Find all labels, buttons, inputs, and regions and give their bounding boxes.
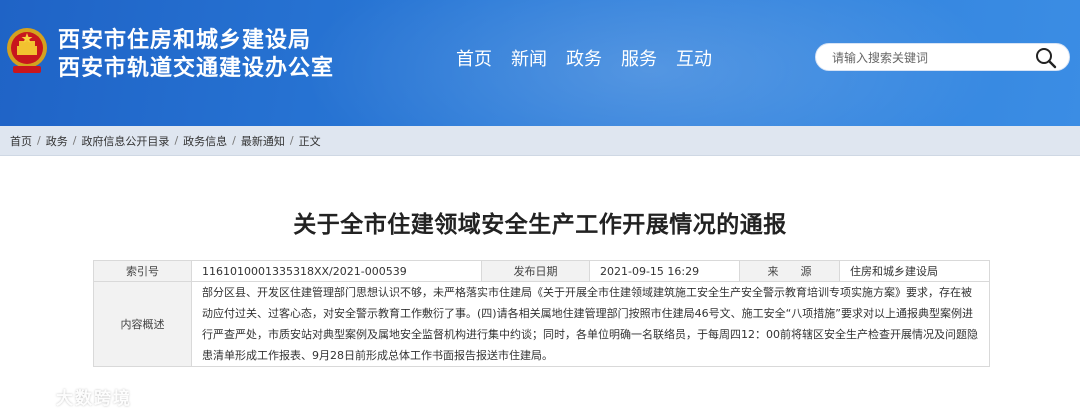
summary-row: 内容概述 部分区县、开发区住建管理部门思想认识不够，未严格落实市住建局《关于开展… [93,281,990,367]
article-content: 关于全市住建领域安全生产工作开展情况的通报 索引号 11610100013353… [0,156,1080,416]
breadcrumb-separator: / [37,134,41,147]
watermark: 大数跨境 [10,384,132,409]
nav-item-government[interactable]: 政务 [566,48,602,72]
meta-row: 索引号 1161010001335318XX/2021-000539 发布日期 … [93,260,990,282]
national-emblem-icon [7,28,47,73]
date-label: 发布日期 [481,260,590,282]
index-value: 1161010001335318XX/2021-000539 [191,260,482,282]
date-value: 2021-09-15 16:29 [589,260,740,282]
watermark-text: 大数跨境 [56,389,132,409]
breadcrumb-disclosure-catalog[interactable]: 政府信息公开目录 [81,133,169,149]
breadcrumb-latest-notice[interactable]: 最新通知 [241,133,285,149]
watermark-logo-icon [12,390,46,404]
nav-item-news[interactable]: 新闻 [511,48,547,72]
breadcrumb-separator: / [289,134,294,147]
nav-item-service[interactable]: 服务 [621,48,657,72]
search-input[interactable] [832,48,1032,68]
breadcrumb-separator: / [232,134,236,147]
nav-item-home[interactable]: 首页 [456,48,492,72]
search-icon[interactable] [1035,47,1057,69]
search-box [815,43,1070,71]
nav-item-interaction[interactable]: 互动 [676,48,712,72]
source-value: 住房和城乡建设局 [839,260,990,282]
article-title: 关于全市住建领域安全生产工作开展情况的通报 [293,212,787,238]
breadcrumb-separator: / [174,134,179,147]
main-nav: 首页 新闻 政务 服务 互动 [456,48,712,72]
summary-text: 部分区县、开发区住建管理部门思想认识不够，未严格落实市住建局《关于开展全市住建领… [191,281,990,367]
breadcrumb-government-info[interactable]: 政务信息 [183,133,227,149]
summary-label: 内容概述 [93,281,192,367]
site-title-line2[interactable]: 西安市轨道交通建设办公室 [58,56,334,82]
index-label: 索引号 [93,260,192,282]
site-title-line1[interactable]: 西安市住房和城乡建设局 [58,28,311,54]
breadcrumb-separator: / [72,134,77,147]
site-header: 西安市住房和城乡建设局 西安市轨道交通建设办公室 首页 新闻 政务 服务 互动 [0,0,1080,126]
article-meta-table: 索引号 1161010001335318XX/2021-000539 发布日期 … [93,260,990,367]
source-label: 来 源 [739,260,840,282]
breadcrumb: 首页 / 政务 / 政府信息公开目录 / 政务信息 / 最新通知 / 正文 [0,126,1080,156]
breadcrumb-government[interactable]: 政务 [46,133,68,149]
breadcrumb-home[interactable]: 首页 [10,133,32,149]
breadcrumb-current: 正文 [298,134,321,148]
